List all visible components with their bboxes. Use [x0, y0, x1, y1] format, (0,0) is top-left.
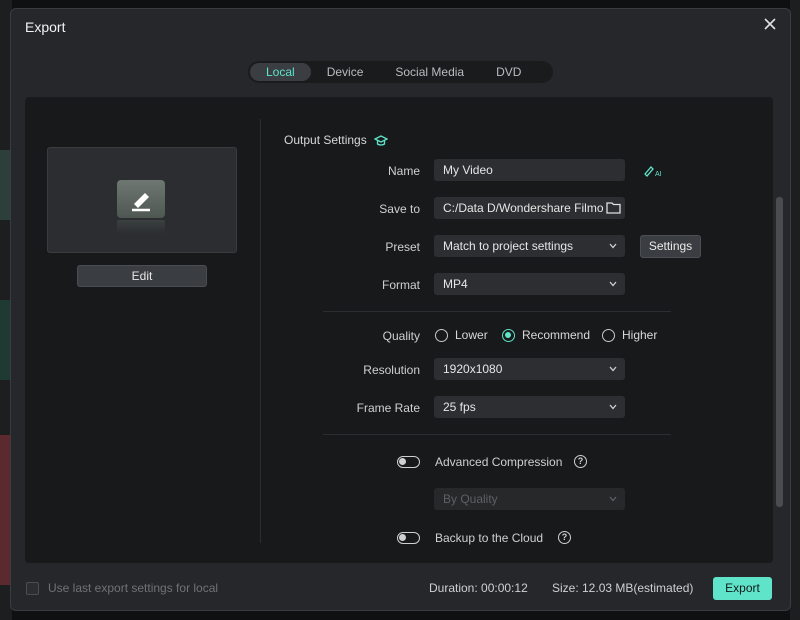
close-icon[interactable] — [762, 16, 778, 32]
frame-rate-label: Frame Rate — [356, 401, 420, 415]
quality-lower-radio[interactable]: Lower — [435, 328, 488, 342]
tab-dvd[interactable]: DVD — [480, 63, 537, 81]
help-icon[interactable]: ? — [558, 531, 571, 544]
radio-indicator — [435, 328, 448, 342]
edit-button[interactable]: Edit — [77, 265, 207, 287]
chevron-down-icon — [609, 366, 617, 372]
backup-cloud-toggle[interactable] — [397, 532, 420, 544]
dialog-title: Export — [25, 19, 66, 35]
preset-select[interactable]: Match to project settings — [434, 235, 625, 257]
advanced-compression-label: Advanced Compression — [435, 455, 563, 469]
section-divider — [323, 434, 671, 435]
export-dialog: Export Local Device Social Media DVD Edi… — [10, 8, 791, 611]
frame-rate-select[interactable]: 25 fps — [434, 396, 625, 418]
save-to-label: Save to — [379, 202, 420, 216]
preset-label: Preset — [385, 240, 420, 254]
graduation-cap-icon — [373, 135, 389, 146]
resolution-label: Resolution — [363, 363, 420, 377]
compression-mode-select: By Quality — [434, 488, 625, 510]
quality-higher-label: Higher — [622, 328, 658, 342]
ai-badge: AI — [655, 171, 662, 177]
chevron-down-icon — [609, 404, 617, 410]
panel-scrollbar[interactable] — [776, 197, 783, 507]
ai-rename-icon[interactable]: AI — [643, 163, 663, 177]
section-divider — [323, 311, 671, 312]
chevron-down-icon — [609, 496, 617, 502]
format-select[interactable]: MP4 — [434, 273, 625, 295]
chevron-down-icon — [609, 281, 617, 287]
resolution-value: 1920x1080 — [443, 362, 503, 376]
quality-recommend-radio[interactable]: Recommend — [502, 328, 590, 342]
preset-settings-button[interactable]: Settings — [640, 235, 701, 258]
quality-lower-label: Lower — [455, 328, 488, 342]
chevron-down-icon — [609, 243, 617, 249]
settings-panel: Edit Output Settings Name My Video AI Sa… — [25, 97, 783, 563]
use-last-settings-label: Use last export settings for local — [48, 581, 219, 595]
quality-label: Quality — [382, 329, 420, 343]
save-path-field[interactable]: C:/Data D/Wondershare Filmo — [434, 197, 625, 219]
name-label: Name — [387, 164, 420, 178]
compression-mode-value: By Quality — [443, 492, 498, 506]
use-last-settings-checkbox[interactable] — [26, 582, 39, 595]
background-app-right — [790, 0, 800, 620]
name-field[interactable]: My Video — [434, 159, 625, 181]
help-icon[interactable]: ? — [574, 455, 587, 468]
export-tabs: Local Device Social Media DVD — [248, 61, 553, 83]
preset-value: Match to project settings — [443, 239, 574, 253]
save-path-value: C:/Data D/Wondershare Filmo — [443, 201, 604, 215]
panel-divider — [260, 119, 261, 543]
tab-device[interactable]: Device — [311, 63, 380, 81]
quality-higher-radio[interactable]: Higher — [602, 328, 657, 342]
format-label: Format — [381, 278, 420, 292]
backup-cloud-label: Backup to the Cloud — [435, 531, 544, 545]
frame-rate-value: 25 fps — [443, 400, 476, 414]
toggle-knob — [399, 534, 406, 541]
radio-indicator — [502, 328, 515, 342]
quality-recommend-label: Recommend — [522, 328, 591, 342]
toggle-knob — [399, 458, 406, 465]
tab-social-media[interactable]: Social Media — [379, 63, 480, 81]
size-text: Size: 12.03 MB(estimated) — [552, 581, 694, 595]
duration-text: Duration: 00:00:12 — [429, 581, 528, 595]
output-settings-label: Output Settings — [284, 133, 367, 147]
format-value: MP4 — [443, 277, 468, 291]
tab-local[interactable]: Local — [250, 63, 311, 81]
radio-indicator — [602, 328, 615, 342]
output-settings-title: Output Settings — [284, 133, 389, 147]
export-button[interactable]: Export — [713, 577, 772, 600]
advanced-compression-toggle[interactable] — [397, 456, 420, 468]
resolution-select[interactable]: 1920x1080 — [434, 358, 625, 380]
thumbnail-reflection — [117, 220, 165, 234]
edit-pencil-icon — [117, 180, 165, 218]
folder-icon[interactable] — [606, 201, 621, 214]
preview-thumbnail — [47, 147, 237, 253]
